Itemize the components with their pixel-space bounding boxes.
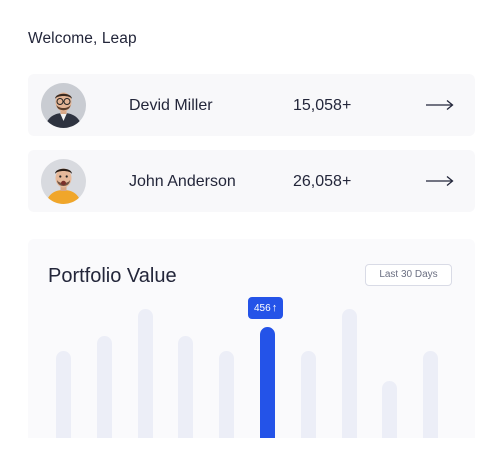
user-count: 26,058+ <box>293 173 352 190</box>
welcome-heading: Welcome, Leap <box>28 30 137 47</box>
user-count: 15,058+ <box>293 97 352 114</box>
chart-bar[interactable] <box>56 351 71 438</box>
date-range-button[interactable]: Last 30 Days <box>365 264 452 286</box>
chart-bar[interactable] <box>382 381 397 438</box>
user-avatar <box>41 159 86 204</box>
chart-bar[interactable] <box>178 336 193 438</box>
arrow-right-icon[interactable] <box>425 173 455 189</box>
arrow-right-icon[interactable] <box>425 97 455 113</box>
chart-bar[interactable] <box>260 327 275 438</box>
user-name: Devid Miller <box>129 97 213 114</box>
chart-bar[interactable] <box>423 351 438 438</box>
portfolio-title: Portfolio Value <box>48 265 177 287</box>
chart-bar[interactable] <box>342 309 357 438</box>
chart-bar[interactable] <box>219 351 234 438</box>
chart-bar[interactable] <box>138 309 153 438</box>
user-card[interactable]: Devid Miller 15,058+ <box>28 74 475 136</box>
user-avatar <box>41 83 86 128</box>
chart-bar[interactable] <box>97 336 112 438</box>
portfolio-card: Portfolio Value Last 30 Days 456↑ <box>28 239 475 438</box>
tooltip-value: 456 <box>254 303 271 314</box>
user-name: John Anderson <box>129 173 236 190</box>
bar-value-tooltip: 456↑ <box>248 297 284 319</box>
arrow-up-icon: ↑ <box>271 302 278 314</box>
chart-bar[interactable] <box>301 351 316 438</box>
user-card[interactable]: John Anderson 26,058+ <box>28 150 475 212</box>
